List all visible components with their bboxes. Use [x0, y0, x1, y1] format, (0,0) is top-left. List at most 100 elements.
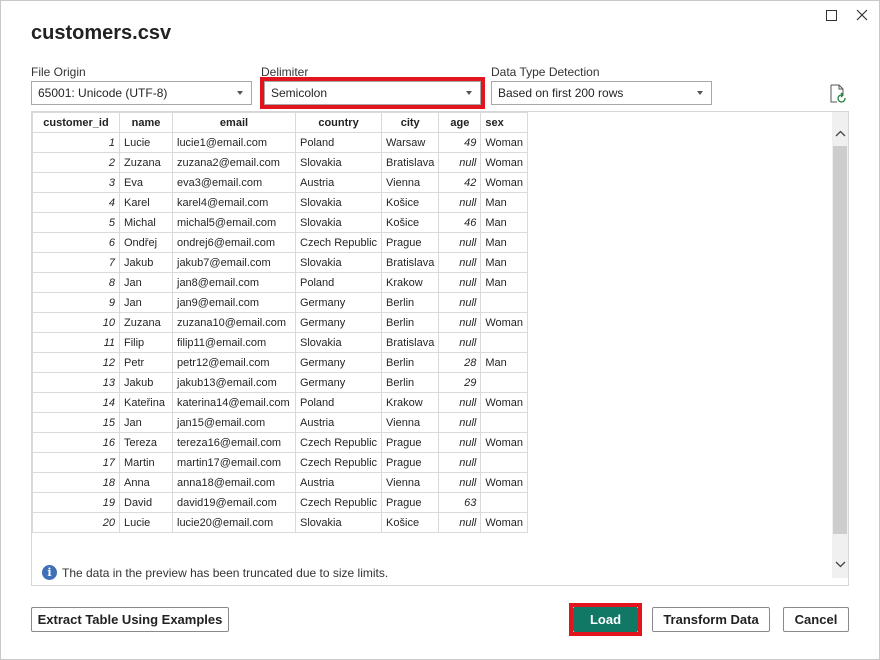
- table-cell[interactable]: filip11@email.com: [172, 332, 296, 353]
- table-cell[interactable]: eva3@email.com: [172, 172, 296, 193]
- table-cell[interactable]: 18: [32, 472, 120, 493]
- table-cell[interactable]: Woman: [480, 472, 529, 493]
- column-header[interactable]: sex: [480, 112, 529, 133]
- table-cell[interactable]: Berlin: [381, 312, 440, 333]
- scroll-up-icon[interactable]: [832, 124, 848, 142]
- table-cell[interactable]: jan9@email.com: [172, 292, 296, 313]
- table-cell[interactable]: [480, 372, 529, 393]
- table-cell[interactable]: 14: [32, 392, 120, 413]
- table-cell[interactable]: Man: [480, 272, 529, 293]
- table-cell[interactable]: 17: [32, 452, 120, 473]
- table-cell[interactable]: 5: [32, 212, 120, 233]
- table-cell[interactable]: Prague: [381, 492, 440, 513]
- table-cell[interactable]: 8: [32, 272, 120, 293]
- table-cell[interactable]: zuzana10@email.com: [172, 312, 296, 333]
- table-cell[interactable]: Kateřina: [119, 392, 173, 413]
- table-cell[interactable]: lucie1@email.com: [172, 132, 296, 153]
- table-cell[interactable]: Austria: [294, 412, 383, 433]
- table-cell[interactable]: Karel: [119, 192, 173, 213]
- table-cell[interactable]: [480, 292, 529, 313]
- table-cell[interactable]: null: [438, 272, 482, 293]
- table-cell[interactable]: null: [438, 192, 482, 213]
- extract-table-button[interactable]: Extract Table Using Examples: [31, 607, 229, 632]
- column-header[interactable]: customer_id: [32, 112, 120, 133]
- table-cell[interactable]: jan8@email.com: [172, 272, 296, 293]
- table-cell[interactable]: 10: [32, 312, 120, 333]
- table-cell[interactable]: null: [438, 312, 482, 333]
- table-cell[interactable]: Woman: [480, 512, 529, 533]
- cancel-button[interactable]: Cancel: [783, 607, 849, 632]
- transform-data-button[interactable]: Transform Data: [652, 607, 770, 632]
- column-header[interactable]: email: [172, 112, 296, 133]
- table-cell[interactable]: ondrej6@email.com: [172, 232, 296, 253]
- table-cell[interactable]: Poland: [294, 132, 383, 153]
- table-cell[interactable]: anna18@email.com: [172, 472, 296, 493]
- table-cell[interactable]: [480, 332, 529, 353]
- table-cell[interactable]: Berlin: [381, 292, 440, 313]
- load-button[interactable]: Load: [573, 607, 638, 632]
- table-cell[interactable]: Vienna: [381, 172, 440, 193]
- table-cell[interactable]: null: [438, 332, 482, 353]
- table-cell[interactable]: Martin: [119, 452, 173, 473]
- table-cell[interactable]: Krakow: [381, 392, 440, 413]
- table-cell[interactable]: 19: [32, 492, 120, 513]
- table-cell[interactable]: Slovakia: [294, 152, 383, 173]
- table-cell[interactable]: Krakow: [381, 272, 440, 293]
- table-cell[interactable]: Košice: [381, 512, 440, 533]
- table-cell[interactable]: [480, 452, 529, 473]
- table-cell[interactable]: Ondřej: [119, 232, 173, 253]
- table-cell[interactable]: Bratislava: [381, 152, 440, 173]
- table-cell[interactable]: 16: [32, 432, 120, 453]
- table-cell[interactable]: Jakub: [119, 372, 173, 393]
- table-cell[interactable]: Jan: [119, 292, 173, 313]
- table-cell[interactable]: 7: [32, 252, 120, 273]
- table-cell[interactable]: [480, 412, 529, 433]
- table-cell[interactable]: Poland: [294, 272, 383, 293]
- table-cell[interactable]: null: [438, 452, 482, 473]
- table-cell[interactable]: petr12@email.com: [172, 352, 296, 373]
- column-header[interactable]: age: [438, 112, 482, 133]
- column-header[interactable]: country: [294, 112, 383, 133]
- table-cell[interactable]: Czech Republic: [294, 452, 383, 473]
- table-cell[interactable]: David: [119, 492, 173, 513]
- table-cell[interactable]: 4: [32, 192, 120, 213]
- table-cell[interactable]: Košice: [381, 192, 440, 213]
- table-cell[interactable]: Lucie: [119, 132, 173, 153]
- table-cell[interactable]: null: [438, 152, 482, 173]
- table-cell[interactable]: michal5@email.com: [172, 212, 296, 233]
- table-cell[interactable]: jan15@email.com: [172, 412, 296, 433]
- table-cell[interactable]: Man: [480, 192, 529, 213]
- table-cell[interactable]: [480, 492, 529, 513]
- table-cell[interactable]: null: [438, 472, 482, 493]
- table-cell[interactable]: 42: [438, 172, 482, 193]
- file-origin-dropdown[interactable]: 65001: Unicode (UTF-8): [31, 81, 252, 105]
- table-cell[interactable]: Zuzana: [119, 312, 173, 333]
- table-cell[interactable]: Germany: [294, 372, 383, 393]
- table-cell[interactable]: null: [438, 432, 482, 453]
- table-cell[interactable]: Poland: [294, 392, 383, 413]
- table-cell[interactable]: 29: [438, 372, 482, 393]
- table-cell[interactable]: Prague: [381, 432, 440, 453]
- table-cell[interactable]: Jan: [119, 272, 173, 293]
- refresh-file-icon[interactable]: [829, 84, 847, 104]
- table-cell[interactable]: 12: [32, 352, 120, 373]
- table-cell[interactable]: null: [438, 412, 482, 433]
- table-cell[interactable]: Eva: [119, 172, 173, 193]
- table-cell[interactable]: Vienna: [381, 412, 440, 433]
- table-cell[interactable]: Woman: [480, 392, 529, 413]
- table-cell[interactable]: 28: [438, 352, 482, 373]
- table-cell[interactable]: tereza16@email.com: [172, 432, 296, 453]
- table-cell[interactable]: null: [438, 252, 482, 273]
- table-cell[interactable]: Zuzana: [119, 152, 173, 173]
- table-cell[interactable]: 2: [32, 152, 120, 173]
- table-cell[interactable]: Bratislava: [381, 252, 440, 273]
- table-cell[interactable]: zuzana2@email.com: [172, 152, 296, 173]
- table-cell[interactable]: Michal: [119, 212, 173, 233]
- table-cell[interactable]: Germany: [294, 292, 383, 313]
- table-cell[interactable]: Berlin: [381, 372, 440, 393]
- table-cell[interactable]: 46: [438, 212, 482, 233]
- table-cell[interactable]: Man: [480, 352, 529, 373]
- table-cell[interactable]: Filip: [119, 332, 173, 353]
- table-cell[interactable]: null: [438, 292, 482, 313]
- table-cell[interactable]: 6: [32, 232, 120, 253]
